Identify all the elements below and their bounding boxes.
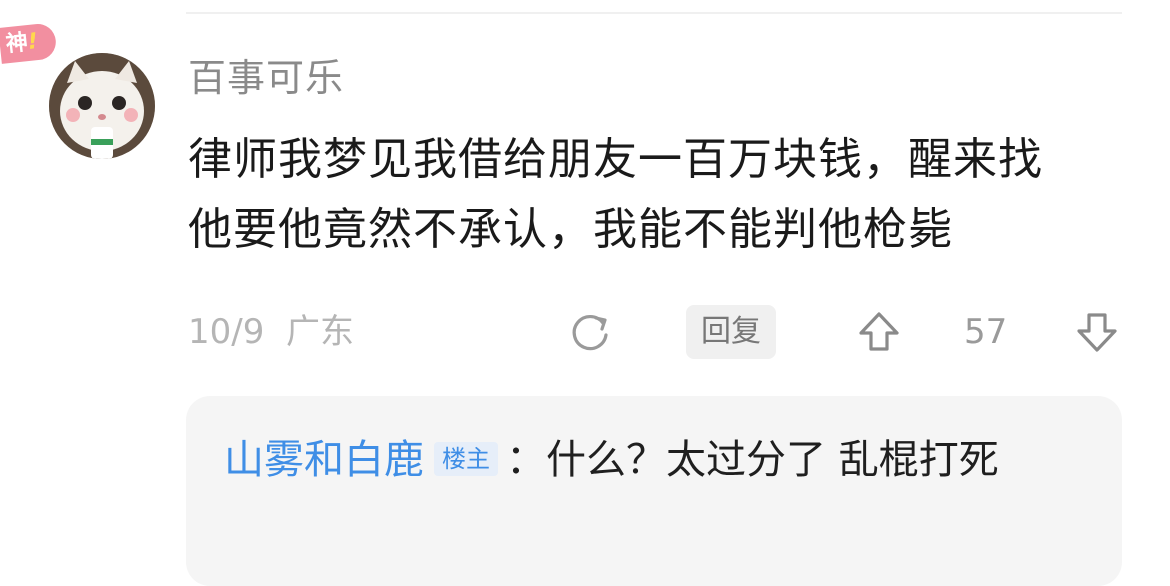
top-divider: [186, 12, 1122, 14]
comment-content-line: 律师我梦见我借给朋友一百万块钱，醒来找: [188, 134, 1043, 185]
sub-reply-content: 什么？太过分了 乱棍打死: [546, 437, 999, 483]
comment-location: 广东: [285, 312, 354, 352]
sub-reply-box[interactable]: 山雾和白鹿 楼主 ：什么？太过分了 乱棍打死: [186, 396, 1122, 586]
cat-avatar-icon: [49, 53, 155, 159]
comment-date: 10/9: [188, 312, 265, 352]
down-arrow-icon[interactable]: [1074, 309, 1120, 355]
god-comment-badge: 神!: [0, 22, 58, 64]
sub-reply-separator: ：: [506, 437, 546, 483]
sub-reply-text: 山雾和白鹿 楼主 ：什么？太过分了 乱棍打死: [224, 430, 1084, 490]
avatar[interactable]: [49, 53, 155, 159]
comment-date-location: 10/9 广东: [188, 305, 354, 359]
badge-accent: !: [26, 29, 40, 56]
comment-content-line: 他要他竟然不承认，我能不能判他枪毙: [188, 204, 953, 255]
comment-content: 律师我梦见我借给朋友一百万块钱，醒来找 他要他竟然不承认，我能不能判他枪毙: [188, 125, 1128, 265]
op-tag: 楼主: [434, 442, 498, 476]
comment-meta-row: 10/9 广东 回复 57: [188, 305, 1128, 359]
sub-reply-author[interactable]: 山雾和白鹿: [224, 437, 424, 483]
vote-count: 57: [964, 312, 1008, 352]
badge-label: 神: [4, 30, 30, 58]
up-arrow-icon[interactable]: [856, 309, 902, 355]
reply-button[interactable]: 回复: [686, 305, 776, 359]
comment-username[interactable]: 百事可乐: [188, 52, 344, 104]
refresh-share-icon[interactable]: [570, 311, 612, 353]
